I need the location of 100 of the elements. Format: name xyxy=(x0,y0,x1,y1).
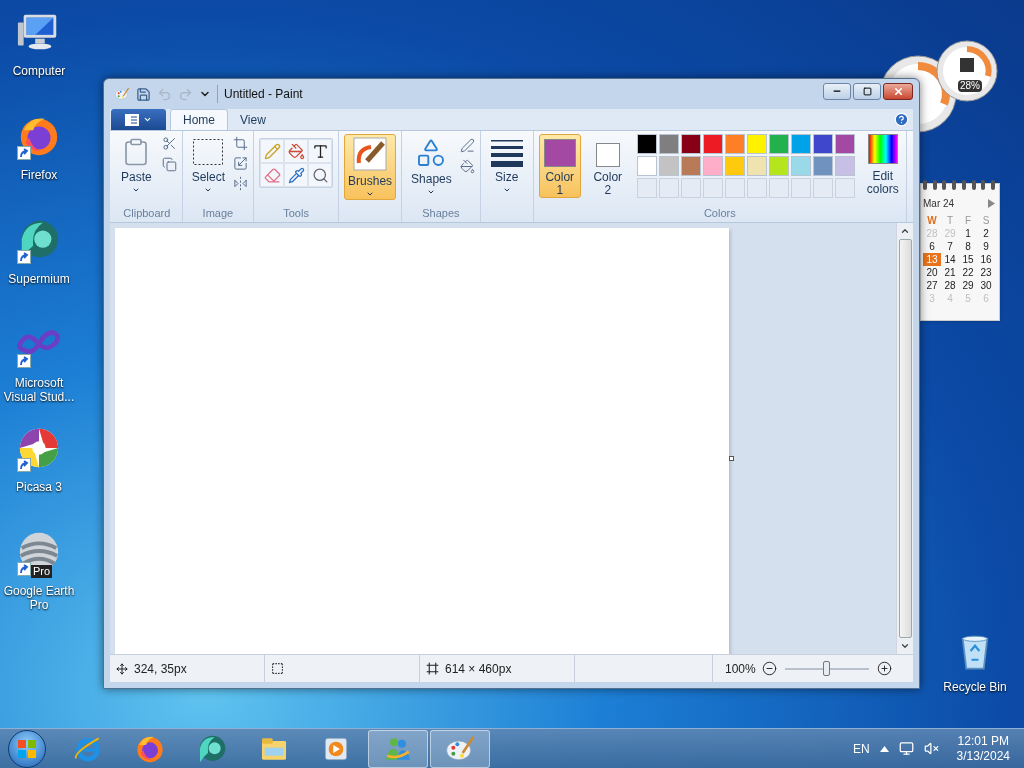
calendar-day[interactable]: 7 xyxy=(941,240,959,253)
vertical-scrollbar[interactable] xyxy=(896,223,913,654)
zoom-in-icon[interactable] xyxy=(876,661,892,676)
calendar-day[interactable]: 8 xyxy=(959,240,977,253)
palette-color[interactable] xyxy=(702,134,723,154)
palette-color[interactable] xyxy=(834,156,855,176)
weekday-label: S xyxy=(981,214,991,227)
taskbar-app-button[interactable] xyxy=(368,729,428,768)
color-slot-button[interactable]: Color 1 xyxy=(538,134,581,198)
calendar-day[interactable]: 20 xyxy=(923,266,941,279)
palette-color[interactable] xyxy=(724,156,745,176)
cut-icon[interactable] xyxy=(161,136,177,151)
calendar-day[interactable]: 6 xyxy=(923,240,941,253)
text-tool-tool[interactable] xyxy=(308,139,333,163)
scroll-up-icon[interactable] xyxy=(900,226,910,236)
desktop-icon-label[interactable]: Computer xyxy=(0,64,78,78)
resize-handle[interactable] xyxy=(729,456,734,461)
palette-color[interactable] xyxy=(658,156,679,176)
palette-color[interactable] xyxy=(746,156,767,176)
selection-size-icon xyxy=(271,662,284,675)
desktop-icon-label[interactable]: Firefox xyxy=(0,168,78,182)
color-slot-button[interactable]: Color 2 xyxy=(586,134,629,198)
palette-color[interactable] xyxy=(702,156,723,176)
calendar-day[interactable]: 15 xyxy=(959,253,977,266)
palette-color[interactable] xyxy=(724,134,745,154)
palette-color[interactable] xyxy=(812,156,833,176)
calendar-day[interactable]: 28 xyxy=(941,279,959,292)
copy-icon[interactable] xyxy=(161,157,177,172)
color-picker-tool[interactable] xyxy=(284,163,309,187)
palette-color[interactable] xyxy=(834,134,855,154)
weekday-label: T xyxy=(945,214,955,227)
close-button[interactable] xyxy=(883,82,913,100)
calendar-day[interactable]: 1 xyxy=(959,227,977,240)
minimize-button[interactable] xyxy=(823,82,851,100)
brush-icon xyxy=(353,137,388,171)
next-month-icon[interactable] xyxy=(988,199,995,208)
fill-tool[interactable] xyxy=(284,139,309,163)
calendar-day[interactable]: 22 xyxy=(959,266,977,279)
palette-color[interactable] xyxy=(790,134,811,154)
palette-color[interactable] xyxy=(680,134,701,154)
language-indicator[interactable]: EN xyxy=(852,739,870,758)
palette-color[interactable] xyxy=(658,134,679,154)
pencil-tool[interactable] xyxy=(260,139,285,163)
file-menu-button[interactable] xyxy=(111,109,166,130)
network-icon[interactable] xyxy=(898,741,914,756)
start-button[interactable] xyxy=(8,729,46,768)
cpu-reading: 28% xyxy=(958,80,982,92)
calendar-day[interactable]: 9 xyxy=(977,240,995,253)
scroll-down-icon[interactable] xyxy=(900,641,910,651)
zoom-out-icon[interactable] xyxy=(761,661,777,676)
palette-color[interactable] xyxy=(680,156,701,176)
palette-color[interactable] xyxy=(636,156,657,176)
help-icon[interactable] xyxy=(894,112,909,127)
calendar-day[interactable]: 16 xyxy=(977,253,995,266)
desktop-icon-label[interactable]: Recycle Bin xyxy=(943,678,1007,696)
maximize-button[interactable] xyxy=(853,82,881,100)
calendar-day[interactable]: 2 xyxy=(977,227,995,240)
calendar-day[interactable]: 21 xyxy=(941,266,959,279)
volume-muted-icon[interactable] xyxy=(923,741,939,756)
clock-time[interactable]: 12:01 PM xyxy=(957,733,1009,749)
desktop-icon-label[interactable]: Supermium xyxy=(0,272,78,286)
size-button[interactable]: Size xyxy=(485,134,528,196)
paint-icon xyxy=(114,86,130,102)
palette-color[interactable] xyxy=(636,134,657,154)
edit-colors-button[interactable]: Edit colors xyxy=(864,134,901,196)
calendar-day[interactable]: 27 xyxy=(923,279,941,292)
shapes-button[interactable]: Shapes xyxy=(407,134,456,198)
calendar-day[interactable]: 29 xyxy=(959,279,977,292)
spectrum-icon xyxy=(867,134,898,164)
calendar-day[interactable]: 23 xyxy=(977,266,995,279)
resize-icon[interactable] xyxy=(233,156,249,171)
paste-button[interactable]: Paste xyxy=(117,134,156,196)
save-icon[interactable] xyxy=(136,86,151,102)
rotate-icon[interactable] xyxy=(233,176,249,191)
scrollbar-thumb[interactable] xyxy=(898,239,912,638)
calendar-day[interactable]: 14 xyxy=(941,253,959,266)
palette-color[interactable] xyxy=(790,156,811,176)
crop-icon[interactable] xyxy=(233,136,249,151)
palette-color[interactable] xyxy=(768,134,789,154)
color-picker-icon xyxy=(287,166,305,184)
cursor-position-icon xyxy=(116,662,128,675)
taskbar-app-button[interactable] xyxy=(430,729,490,768)
palette-color[interactable] xyxy=(768,156,789,176)
brushes-button[interactable]: Brushes xyxy=(344,134,397,200)
ribbon-tab[interactable]: View xyxy=(228,109,278,130)
ribbon-tab[interactable]: Home xyxy=(170,109,228,130)
magnifier-icon xyxy=(311,166,329,184)
clock-date[interactable]: 3/13/2024 xyxy=(956,748,1010,764)
calendar-day[interactable]: 30 xyxy=(977,279,995,292)
zoom-level: 100% xyxy=(725,660,756,678)
palette-color[interactable] xyxy=(812,134,833,154)
eraser-tool[interactable] xyxy=(260,163,285,187)
show-hidden-icons-icon[interactable] xyxy=(879,745,889,752)
desktop-icon-label[interactable]: Microsoft Visual Stud... xyxy=(0,376,78,404)
outline-icon[interactable] xyxy=(459,138,475,153)
magnifier-tool[interactable] xyxy=(308,163,333,187)
fill-icon[interactable] xyxy=(459,159,475,174)
select-button[interactable]: Select xyxy=(187,134,230,196)
zoom-slider-thumb[interactable] xyxy=(822,660,830,676)
palette-color[interactable] xyxy=(746,134,767,154)
